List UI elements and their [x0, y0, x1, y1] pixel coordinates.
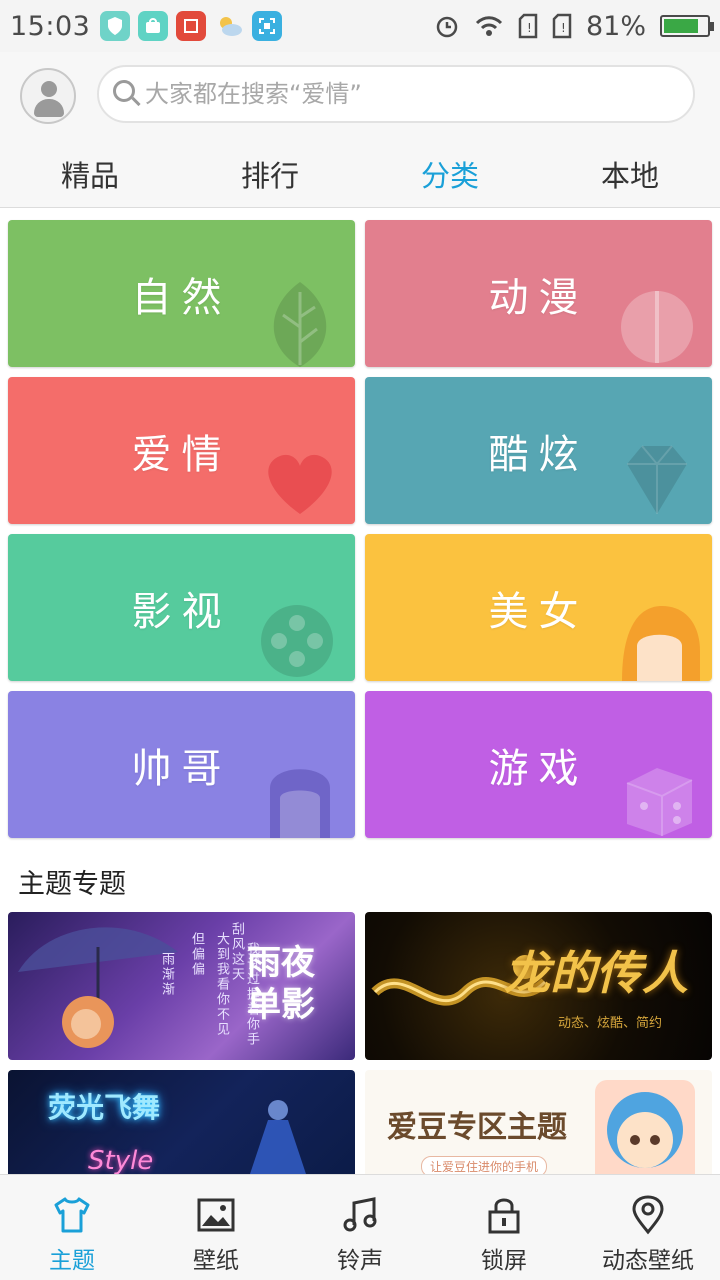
umbrella-girl-illustration [18, 927, 178, 1048]
rain-verse-1: 但偏偏 [189, 932, 204, 977]
topic-grid: 但偏偏 大到我看你不见 雨渐渐 刮风这天 我试过握着你手 雨夜 单影 龙的传人 … [8, 912, 712, 1174]
nav-item-lockscreen[interactable]: 锁屏 [432, 1175, 576, 1280]
top-tabs: 精品 排行 分类 本地 [0, 152, 720, 208]
nav-label: 锁屏 [481, 1248, 527, 1274]
status-app-icons [100, 11, 283, 41]
nav-item-ringtones[interactable]: 铃声 [288, 1175, 432, 1280]
status-bar: 15:03 ! ! 81% [0, 0, 720, 52]
category-label: 帅哥 [131, 745, 232, 792]
category-label: 影视 [131, 588, 232, 635]
shield-app-icon [100, 11, 131, 41]
section-title-topics: 主题专题 [18, 869, 126, 900]
topic-title-line-1: 雨夜 [247, 943, 315, 983]
category-label: 游戏 [488, 745, 589, 792]
lock-icon [488, 1198, 520, 1234]
topic-card-idol[interactable]: 爱豆专区主题 让爱豆住进你的手机 [365, 1070, 712, 1174]
boy-icon [270, 769, 330, 838]
topic-subtitle: 让爱豆住进你的手机 [421, 1156, 548, 1174]
tab-featured[interactable]: 精品 [0, 152, 180, 208]
header: 精品 排行 分类 本地 [0, 52, 720, 208]
film-reel-icon [261, 605, 333, 677]
weather-app-icon [214, 11, 244, 41]
topic-card-rain-night[interactable]: 但偏偏 大到我看你不见 雨渐渐 刮风这天 我试过握着你手 雨夜 单影 [8, 912, 355, 1060]
category-card-nature[interactable]: 自然 [8, 220, 355, 367]
avatar-shoulders [34, 99, 64, 117]
category-card-love[interactable]: 爱情 [8, 377, 355, 524]
chibi-character-illustration [595, 1080, 695, 1174]
topic-title-style: Style [88, 1146, 154, 1174]
category-card-beauty[interactable]: 美女 [365, 534, 712, 681]
search-box[interactable] [97, 65, 695, 123]
svg-text:!: ! [527, 21, 532, 35]
nav-item-live-wallpapers[interactable]: 动态壁纸 [576, 1175, 720, 1280]
tshirt-icon [54, 1197, 90, 1233]
avatar[interactable] [20, 68, 76, 124]
topic-title-line-2: 单影 [247, 985, 315, 1025]
category-grid: 自然 动漫 爱情 酷炫 影视 美女 帅哥 游戏 [8, 220, 712, 838]
status-indicators: ! ! 81% [434, 10, 714, 42]
scan-app-icon [252, 11, 283, 41]
battery-icon [660, 15, 714, 37]
avatar-head [41, 81, 57, 97]
bag-app-icon [138, 11, 169, 41]
search-icon [113, 80, 141, 108]
diamond-icon [627, 445, 687, 514]
category-label: 美女 [488, 588, 589, 635]
topic-title: 雨夜 单影 [247, 942, 327, 1026]
category-card-games[interactable]: 游戏 [365, 691, 712, 838]
category-card-handsome[interactable]: 帅哥 [8, 691, 355, 838]
leaf-icon [273, 282, 327, 367]
search-input[interactable] [145, 80, 665, 108]
stamp-app-icon [176, 11, 207, 41]
sim-card-icon: ! [518, 13, 538, 39]
tab-ranking[interactable]: 排行 [180, 152, 360, 208]
dice-icon [626, 768, 693, 836]
wifi-icon [475, 16, 503, 36]
category-label: 爱情 [131, 431, 232, 478]
svg-text:!: ! [561, 21, 566, 35]
nav-item-themes[interactable]: 主题 [0, 1175, 144, 1280]
category-label: 动漫 [488, 274, 589, 321]
sim-card-2-icon: ! [552, 13, 572, 39]
heart-icon [268, 454, 332, 514]
bottom-nav: 主题 壁纸 铃声 锁屏 动态壁纸 [0, 1174, 720, 1280]
rain-verse-3: 雨渐渐 [159, 952, 174, 997]
dancer-illustration [250, 1100, 306, 1174]
tab-categories[interactable]: 分类 [360, 152, 540, 208]
status-time: 15:03 [10, 10, 91, 42]
image-icon [197, 1198, 235, 1232]
topic-title: 荧光飞舞 [48, 1091, 161, 1124]
nav-label: 主题 [49, 1248, 95, 1274]
category-card-cool[interactable]: 酷炫 [365, 377, 712, 524]
topic-card-dragon[interactable]: 龙的传人 动态、炫酷、简约 [365, 912, 712, 1060]
nav-label: 动态壁纸 [602, 1248, 694, 1274]
location-pin-icon [632, 1195, 664, 1235]
battery-percent: 81% [585, 10, 646, 42]
apple-icon [621, 291, 693, 363]
battery-fill [664, 19, 699, 33]
topic-card-neon[interactable]: 荧光飞舞 Style [8, 1070, 355, 1174]
nav-label: 壁纸 [193, 1248, 239, 1274]
nav-label: 铃声 [337, 1248, 383, 1274]
category-card-anime[interactable]: 动漫 [365, 220, 712, 367]
nav-item-wallpapers[interactable]: 壁纸 [144, 1175, 288, 1280]
topic-title: 爱豆专区主题 [387, 1110, 567, 1145]
category-label: 酷炫 [488, 431, 589, 478]
tab-local[interactable]: 本地 [540, 152, 720, 208]
alarm-icon [436, 16, 458, 38]
girl-icon [622, 606, 700, 681]
topic-title: 龙的传人 [504, 946, 688, 1000]
category-card-film[interactable]: 影视 [8, 534, 355, 681]
category-label: 自然 [131, 274, 232, 321]
topic-subtitle: 动态、炫酷、简约 [557, 1016, 662, 1031]
music-note-icon [343, 1197, 377, 1232]
